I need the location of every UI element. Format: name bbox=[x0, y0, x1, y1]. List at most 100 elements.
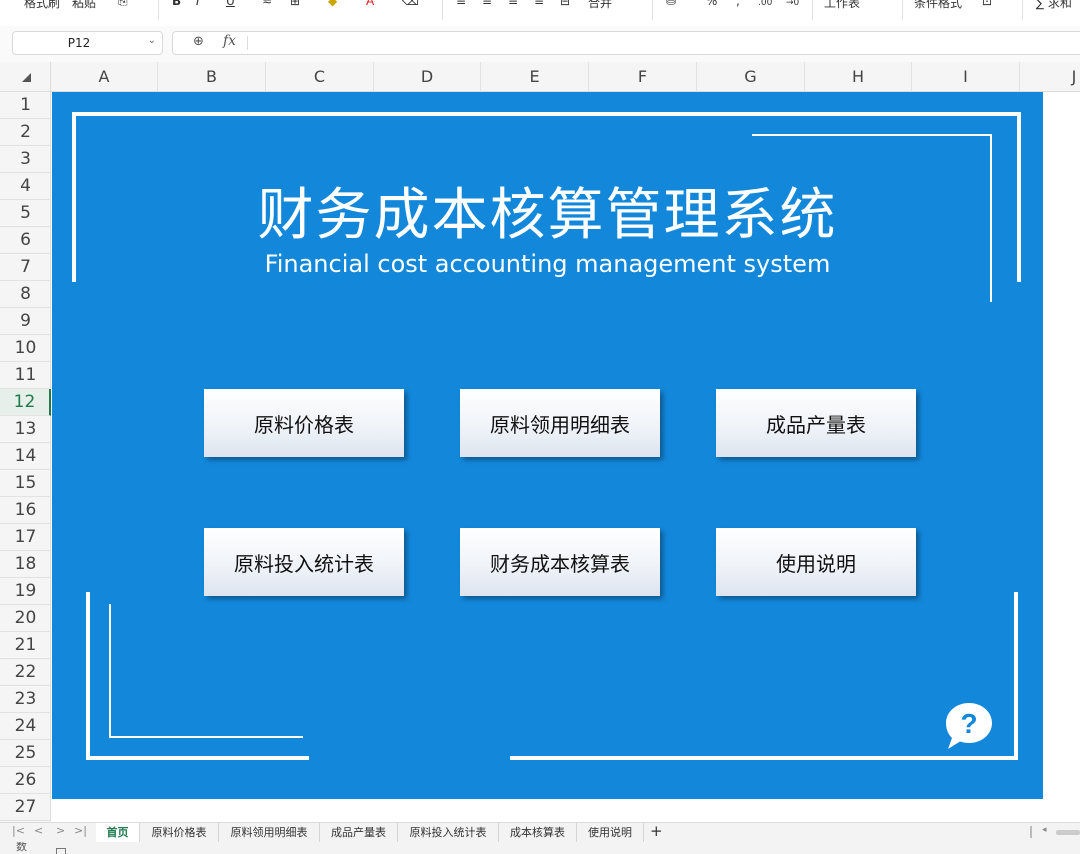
ribbon-divider bbox=[812, 0, 813, 20]
row-header[interactable]: 11 bbox=[0, 362, 51, 389]
row-header[interactable]: 18 bbox=[0, 551, 51, 578]
row-header[interactable]: 24 bbox=[0, 713, 51, 740]
sheet-tab-home[interactable]: 首页 bbox=[96, 823, 140, 843]
last-sheet-icon[interactable]: >| bbox=[74, 824, 87, 837]
horizontal-scrollbar[interactable] bbox=[1056, 830, 1080, 835]
column-header[interactable]: E bbox=[481, 62, 589, 92]
frame-line bbox=[109, 736, 303, 738]
row-header[interactable]: 8 bbox=[0, 281, 51, 308]
chevron-down-icon[interactable]: ⌄ bbox=[148, 35, 156, 46]
format-painter-button[interactable]: 格式刷 bbox=[24, 0, 60, 11]
currency-icon[interactable]: ⛁ bbox=[666, 0, 676, 8]
row-header[interactable]: 2 bbox=[0, 119, 51, 146]
row-header[interactable]: 23 bbox=[0, 686, 51, 713]
nav-button-material-price[interactable]: 原料价格表 bbox=[204, 389, 404, 457]
sheet-tab-bar: |< < > >| 首页 原料价格表 原料领用明细表 成品产量表 原料投入统计表… bbox=[0, 822, 1080, 843]
row-header[interactable]: 4 bbox=[0, 173, 51, 200]
column-header[interactable]: H bbox=[805, 62, 912, 92]
comma-icon[interactable]: , bbox=[736, 0, 740, 8]
sheet-tab[interactable]: 原料价格表 bbox=[140, 823, 219, 843]
align-left-icon[interactable]: ≡ bbox=[456, 0, 466, 8]
column-header[interactable]: C bbox=[266, 62, 374, 92]
help-icon[interactable]: ? bbox=[943, 700, 995, 752]
wrap-icon[interactable]: ⊟ bbox=[560, 0, 570, 8]
row-header[interactable]: 7 bbox=[0, 254, 51, 281]
nav-button-material-usage[interactable]: 原料领用明细表 bbox=[460, 389, 660, 457]
increase-decimal-icon[interactable]: →0 bbox=[786, 0, 799, 8]
select-all-corner[interactable] bbox=[0, 62, 51, 92]
column-header[interactable]: G bbox=[697, 62, 805, 92]
scroll-splitter[interactable] bbox=[1030, 826, 1032, 838]
row-header[interactable]: 5 bbox=[0, 200, 51, 227]
align-center-icon[interactable]: ≡ bbox=[482, 0, 492, 8]
sheet-tab[interactable]: 使用说明 bbox=[577, 823, 644, 843]
row-header[interactable]: 13 bbox=[0, 416, 51, 443]
sheet-tab[interactable]: 成品产量表 bbox=[320, 823, 398, 843]
underline-button[interactable]: U bbox=[226, 0, 235, 8]
help-glyph: ? bbox=[960, 708, 977, 739]
row-header[interactable]: 25 bbox=[0, 740, 51, 767]
paste-button[interactable]: 粘贴 bbox=[72, 0, 96, 11]
row-headers: 1 2 3 4 5 6 7 8 9 10 11 12 13 14 15 16 17 18 19 20 21 22 23 24 2… bbox=[0, 92, 51, 822]
nav-button-cost-accounting[interactable]: 财务成本核算表 bbox=[460, 528, 660, 596]
column-header[interactable]: J bbox=[1020, 62, 1080, 92]
row-header[interactable]: 26 bbox=[0, 767, 51, 794]
row-header[interactable]: 9 bbox=[0, 308, 51, 335]
row-header[interactable]: 27 bbox=[0, 794, 51, 821]
row-header[interactable]: 17 bbox=[0, 524, 51, 551]
cell-style-icon[interactable]: ⊡ bbox=[982, 0, 992, 8]
clipboard-icon[interactable]: ⎘ bbox=[118, 0, 128, 9]
row-header[interactable]: 20 bbox=[0, 605, 51, 632]
column-header[interactable]: B bbox=[158, 62, 266, 92]
name-box[interactable]: P12 ⌄ bbox=[12, 31, 163, 55]
border-icon[interactable]: ⊞ bbox=[290, 0, 300, 8]
strikethrough-icon[interactable]: ≂ bbox=[262, 0, 272, 8]
column-header[interactable]: F bbox=[589, 62, 697, 92]
next-sheet-icon[interactable]: > bbox=[56, 824, 65, 837]
row-header[interactable]: 22 bbox=[0, 659, 51, 686]
row-header[interactable]: 1 bbox=[0, 92, 51, 119]
percent-button[interactable]: % bbox=[706, 0, 717, 8]
decrease-decimal-icon[interactable]: .00 bbox=[758, 0, 772, 8]
row-header[interactable]: 15 bbox=[0, 470, 51, 497]
first-sheet-icon[interactable]: |< bbox=[12, 824, 25, 837]
nav-button-instructions[interactable]: 使用说明 bbox=[716, 528, 916, 596]
ribbon-toolbar: 格式刷 粘贴 ⎘ B I U ≂ ⊞ ◆ A ⌫ ≡ ≡ ≡ ≡ ⊟ 合并 ⛁ … bbox=[0, 0, 1080, 26]
ribbon-divider bbox=[442, 0, 443, 20]
sheet-tab[interactable]: 原料领用明细表 bbox=[219, 823, 320, 843]
function-icon[interactable]: fx bbox=[223, 33, 236, 49]
sheet-tab[interactable]: 原料投入统计表 bbox=[398, 823, 499, 843]
row-header[interactable]: 10 bbox=[0, 335, 51, 362]
italic-button[interactable]: I bbox=[196, 0, 200, 8]
font-color-button[interactable]: A bbox=[366, 0, 374, 8]
worksheet-button[interactable]: 工作表 bbox=[824, 0, 860, 11]
row-header[interactable]: 3 bbox=[0, 146, 51, 173]
nav-button-material-input[interactable]: 原料投入统计表 bbox=[204, 528, 404, 596]
formula-input[interactable]: ⊕ fx bbox=[172, 31, 1080, 55]
column-header[interactable]: D bbox=[374, 62, 481, 92]
row-header[interactable]: 19 bbox=[0, 578, 51, 605]
autosum-button[interactable]: ∑ 求和 bbox=[1036, 0, 1072, 11]
justify-icon[interactable]: ≡ bbox=[534, 0, 544, 8]
conditional-format-button[interactable]: 条件格式 bbox=[914, 0, 962, 11]
prev-sheet-icon[interactable]: < bbox=[34, 824, 43, 837]
add-sheet-button[interactable]: + bbox=[650, 822, 663, 840]
fill-color-icon[interactable]: ◆ bbox=[328, 0, 337, 8]
merge-button[interactable]: 合并 bbox=[588, 0, 612, 11]
eraser-icon[interactable]: ⌫ bbox=[402, 0, 419, 8]
row-header[interactable]: 16 bbox=[0, 497, 51, 524]
sheet-tab[interactable]: 成本核算表 bbox=[499, 823, 577, 843]
row-header[interactable]: 6 bbox=[0, 227, 51, 254]
align-right-icon[interactable]: ≡ bbox=[508, 0, 518, 8]
frame-line bbox=[72, 112, 1020, 116]
column-header[interactable]: A bbox=[51, 62, 158, 92]
scroll-left-icon[interactable]: ◂ bbox=[1042, 825, 1047, 835]
bold-button[interactable]: B bbox=[172, 0, 181, 8]
dashboard-title: 财务成本核算管理系统 bbox=[257, 183, 838, 248]
row-header[interactable]: 14 bbox=[0, 443, 51, 470]
nav-button-product-output[interactable]: 成品产量表 bbox=[716, 389, 916, 457]
column-header[interactable]: I bbox=[912, 62, 1020, 92]
row-header[interactable]: 12 bbox=[0, 389, 51, 416]
zoom-icon[interactable]: ⊕ bbox=[193, 34, 204, 49]
row-header[interactable]: 21 bbox=[0, 632, 51, 659]
